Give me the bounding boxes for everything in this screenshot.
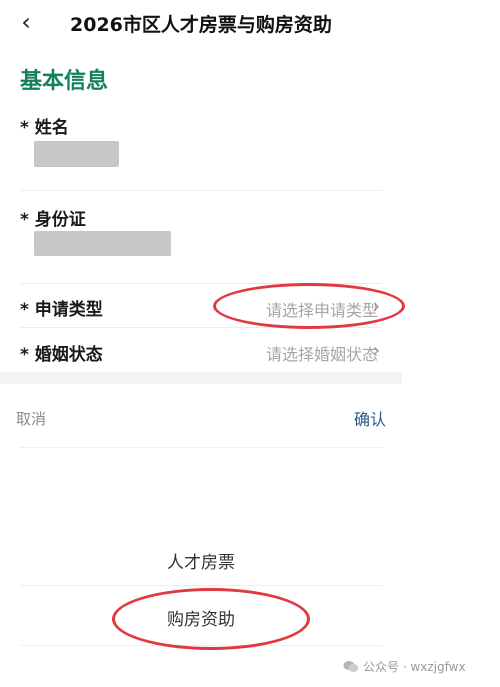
- id-card-field-redacted[interactable]: [34, 231, 171, 256]
- picker-cancel-button[interactable]: 取消: [16, 408, 46, 429]
- marital-status-select[interactable]: 请选择婚姻状态: [266, 341, 378, 365]
- picker-confirm-button[interactable]: 确认: [354, 406, 386, 430]
- apply-type-label: * 申请类型: [20, 300, 103, 320]
- nav-header: ‹ 2026市区人才房票与购房资助: [0, 0, 500, 48]
- section-title: 基本信息: [20, 69, 109, 94]
- picker-divider: [20, 585, 382, 586]
- back-button[interactable]: ‹: [12, 6, 40, 38]
- marital-status-label: * 婚姻状态: [20, 345, 103, 365]
- watermark: 公众号 · wxzjgfwx: [343, 658, 466, 675]
- page-title: 2026市区人才房票与购房资助: [70, 14, 332, 36]
- name-label: * 姓名: [20, 118, 69, 138]
- chevron-right-icon: ›: [372, 340, 380, 361]
- wechat-icon: [343, 661, 359, 672]
- watermark-text: 公众号 · wxzjgfwx: [363, 660, 466, 674]
- chevron-left-icon: ‹: [21, 8, 31, 36]
- id-card-label: * 身份证: [20, 210, 86, 230]
- annotation-circle: [112, 588, 310, 650]
- annotation-circle: [213, 283, 405, 329]
- picker-divider: [20, 447, 382, 448]
- picker-option[interactable]: 人才房票: [0, 548, 402, 573]
- picker-mask: [0, 372, 402, 384]
- divider: [20, 190, 382, 191]
- name-field-redacted[interactable]: [34, 141, 119, 167]
